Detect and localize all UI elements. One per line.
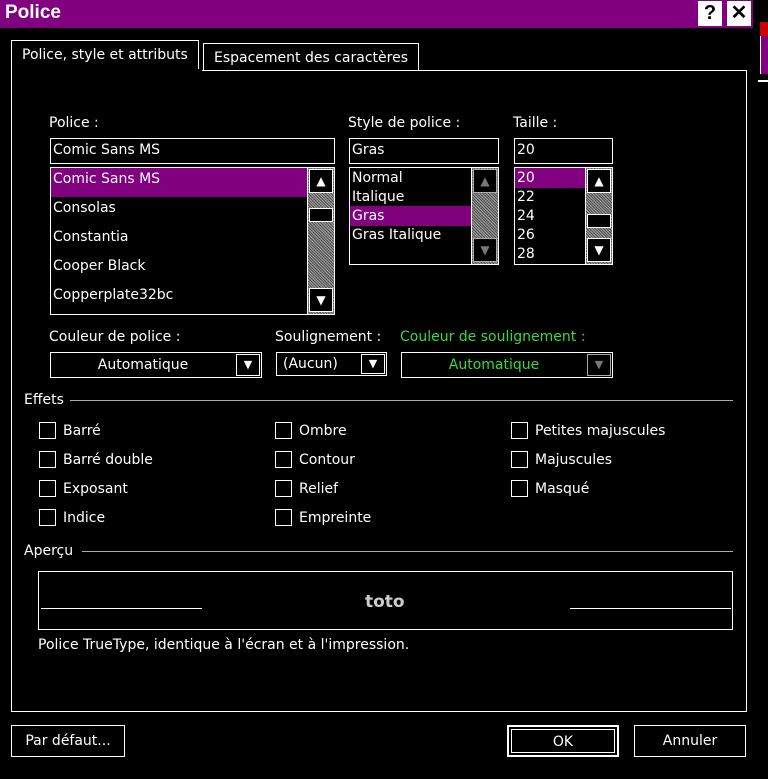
list-item[interactable]: Constantia <box>51 226 307 249</box>
preview-box: toto <box>38 571 733 630</box>
checkbox-all-caps[interactable] <box>511 451 528 468</box>
font-input[interactable]: Comic Sans MS <box>50 138 335 164</box>
font-color-label: Couleur de police : <box>49 329 181 345</box>
font-scrollbar[interactable]: ▲ ▼ <box>307 168 334 314</box>
font-label: Police : <box>49 115 99 131</box>
window-title: Police <box>5 2 61 23</box>
scroll-down-icon[interactable]: ▼ <box>473 238 497 262</box>
preview-text: toto <box>365 592 405 612</box>
list-item[interactable]: 20 <box>515 168 585 188</box>
list-item[interactable]: Italique <box>350 187 471 208</box>
list-item[interactable]: Comic Sans MS <box>51 168 307 197</box>
list-item[interactable]: Consolas <box>51 197 307 220</box>
chevron-down-icon[interactable]: ▼ <box>587 354 611 376</box>
background-window-titlebar <box>760 36 768 74</box>
scroll-down-icon[interactable]: ▼ <box>309 288 333 312</box>
underline-value: (Aucun) <box>283 356 338 372</box>
chevron-down-icon[interactable]: ▼ <box>361 354 385 374</box>
size-input[interactable]: 20 <box>514 138 613 164</box>
list-item[interactable]: Gras <box>350 206 471 226</box>
checkbox-label: Barré double <box>63 452 153 468</box>
scroll-down-icon[interactable]: ▼ <box>587 238 611 262</box>
help-button[interactable]: ? <box>698 1 722 26</box>
checkbox-hidden[interactable] <box>511 480 528 497</box>
size-label: Taille : <box>513 115 558 131</box>
font-color-combo[interactable]: Automatique ▼ <box>50 352 262 378</box>
size-scrollbar[interactable]: ▲ ▼ <box>585 168 612 264</box>
title-bar[interactable] <box>0 0 753 28</box>
list-item[interactable]: 26 <box>515 225 585 246</box>
scroll-up-icon[interactable]: ▲ <box>309 169 333 193</box>
default-button[interactable]: Par défaut... <box>11 725 125 757</box>
scroll-thumb[interactable] <box>309 208 333 222</box>
list-item[interactable]: Gras Italique <box>350 225 471 246</box>
tab-character-spacing[interactable]: Espacement des caractères <box>203 43 419 71</box>
checkbox-emboss[interactable] <box>275 480 292 497</box>
font-color-value: Automatique <box>97 357 189 373</box>
effects-label: Effets <box>24 392 64 408</box>
preview-description: Police TrueType, identique à l'écran et … <box>38 637 410 653</box>
preview-label: Aperçu <box>24 543 74 559</box>
style-list[interactable]: Normal Italique Gras Gras Italique ▲ ▼ <box>349 167 499 265</box>
checkbox-label: Exposant <box>63 481 128 497</box>
scroll-up-icon[interactable]: ▲ <box>587 169 611 193</box>
checkbox-outline[interactable] <box>275 451 292 468</box>
checkbox-label: Petites majuscules <box>535 423 666 439</box>
checkbox-engrave[interactable] <box>275 509 292 526</box>
style-input[interactable]: Gras <box>349 138 499 164</box>
checkbox-double-strikethrough[interactable] <box>39 451 56 468</box>
list-item[interactable]: Copperplate32bc <box>51 284 307 307</box>
cancel-button[interactable]: Annuler <box>634 725 746 757</box>
list-item[interactable]: Normal <box>350 168 471 189</box>
scroll-up-icon[interactable]: ▲ <box>473 169 497 193</box>
style-scrollbar[interactable]: ▲ ▼ <box>471 168 498 264</box>
checkbox-label: Masqué <box>535 481 590 497</box>
chevron-down-icon[interactable]: ▼ <box>236 354 260 376</box>
checkbox-label: Ombre <box>299 423 347 439</box>
checkbox-label: Relief <box>299 481 339 497</box>
checkbox-superscript[interactable] <box>39 480 56 497</box>
ok-button[interactable]: OK <box>507 725 619 757</box>
size-list[interactable]: 20 22 24 26 28 ▲ ▼ <box>514 167 613 265</box>
effects-divider <box>70 400 733 401</box>
close-button[interactable]: ✕ <box>727 1 751 26</box>
checkbox-label: Indice <box>63 510 106 526</box>
tab-font-style[interactable]: Police, style et attributs <box>11 40 199 71</box>
scroll-thumb[interactable] <box>587 214 611 228</box>
underline-color-label: Couleur de soulignement : <box>400 329 586 345</box>
list-item[interactable]: 22 <box>515 187 585 208</box>
underline-color-value: Automatique <box>448 357 540 373</box>
checkbox-strikethrough[interactable] <box>39 422 56 439</box>
list-item[interactable]: Cooper Black <box>51 255 307 278</box>
checkbox-label: Contour <box>299 452 355 468</box>
checkbox-shadow[interactable] <box>275 422 292 439</box>
underline-label: Soulignement : <box>275 329 382 345</box>
preview-baseline-left <box>41 608 202 609</box>
checkbox-subscript[interactable] <box>39 509 56 526</box>
list-item[interactable]: 24 <box>515 206 585 227</box>
checkbox-label: Majuscules <box>535 452 613 468</box>
font-list[interactable]: Comic Sans MS Consolas Constantia Cooper… <box>50 167 335 315</box>
background-window-edge <box>760 22 768 36</box>
checkbox-small-caps[interactable] <box>511 422 528 439</box>
preview-baseline-right <box>570 608 731 609</box>
list-item[interactable]: 28 <box>515 244 585 264</box>
active-tab-joint <box>12 69 202 72</box>
preview-divider <box>82 551 733 552</box>
underline-color-combo[interactable]: Automatique ▼ <box>401 352 613 378</box>
background-window-divider <box>758 80 768 82</box>
checkbox-label: Empreinte <box>299 510 372 526</box>
style-label: Style de police : <box>348 115 461 131</box>
underline-combo[interactable]: (Aucun) ▼ <box>276 352 387 376</box>
checkbox-label: Barré <box>63 423 101 439</box>
